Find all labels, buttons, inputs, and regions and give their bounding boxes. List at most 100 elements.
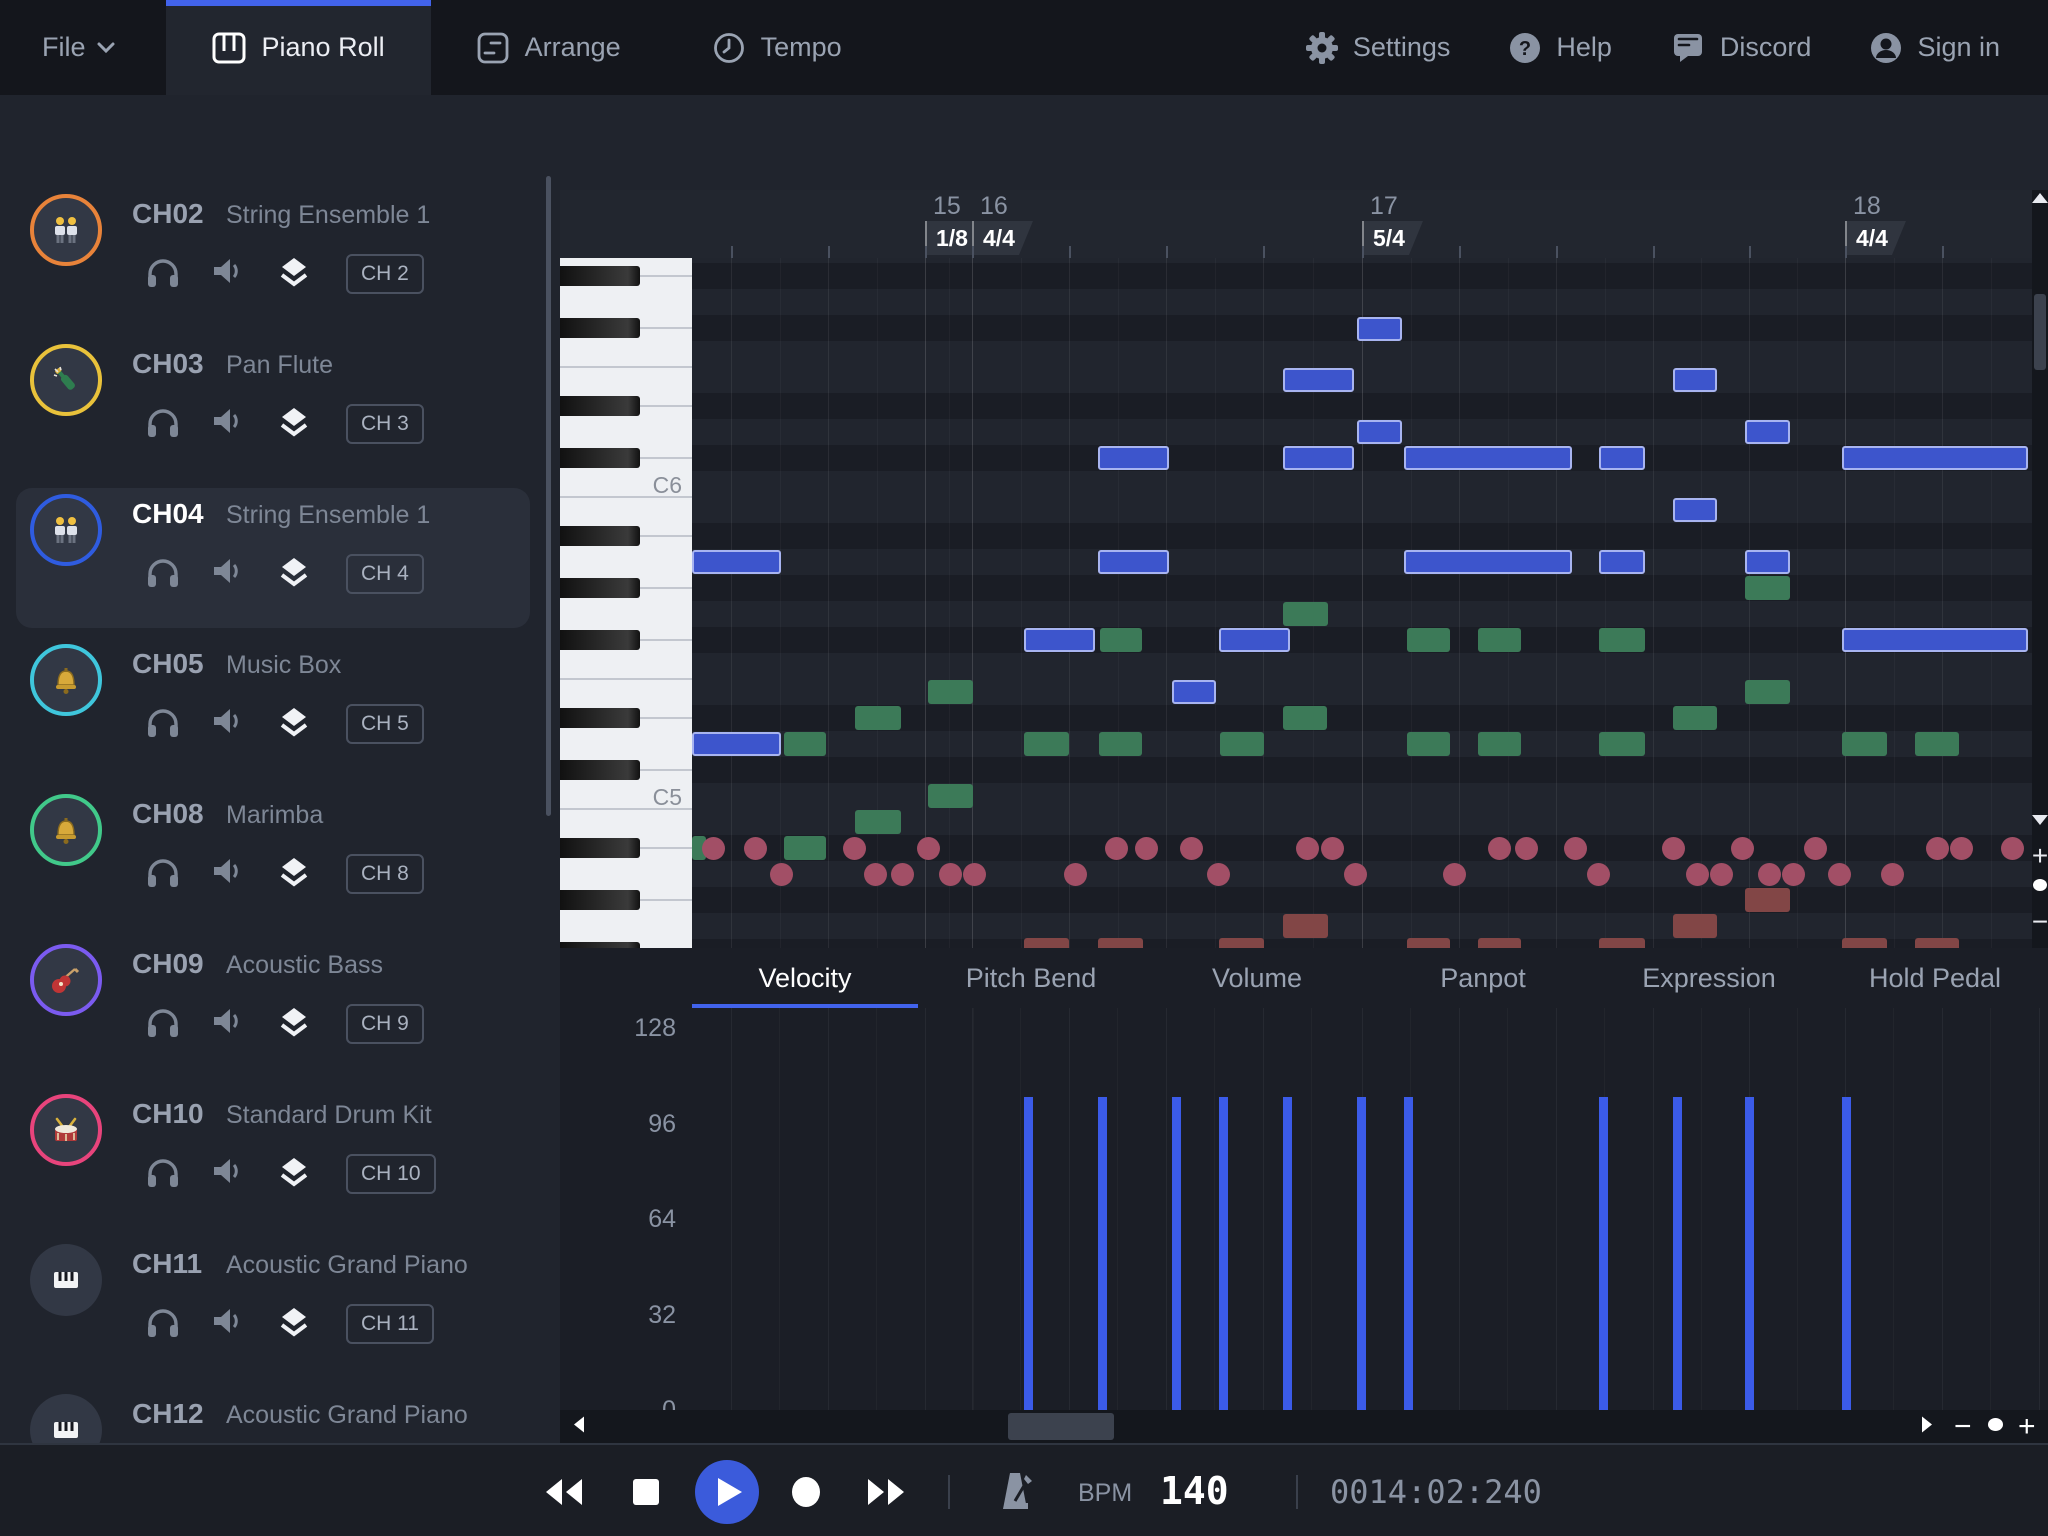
zoom-out-vertical-icon[interactable]: − xyxy=(2032,906,2048,938)
metronome-button[interactable] xyxy=(998,1471,1036,1513)
drum-note-dot[interactable] xyxy=(1443,863,1466,886)
black-key-gs6[interactable] xyxy=(560,266,640,286)
channel-item-ch10[interactable]: CH10Standard Drum KitCH 10 xyxy=(16,1088,530,1228)
mute-speaker-icon[interactable] xyxy=(212,556,244,586)
drum-note-dot[interactable] xyxy=(744,837,767,860)
zoom-reset-horizontal-icon[interactable] xyxy=(1988,1418,2003,1436)
mute-speaker-icon[interactable] xyxy=(212,256,244,286)
black-key-ds5[interactable] xyxy=(560,708,640,728)
note-selected-track[interactable] xyxy=(1842,628,2028,652)
black-key-as4[interactable] xyxy=(560,838,640,858)
black-key-as5[interactable] xyxy=(560,526,640,546)
velocity-bar[interactable] xyxy=(1842,1097,1851,1410)
controller-tab-expression[interactable]: Expression xyxy=(1596,948,1822,1008)
drum-note-dot[interactable] xyxy=(1105,837,1128,860)
piano-keyboard[interactable]: C6C5 xyxy=(560,258,692,948)
note-other-track-red[interactable] xyxy=(1478,938,1521,948)
drum-note-dot[interactable] xyxy=(1950,837,1973,860)
note-other-track-green[interactable] xyxy=(1478,628,1521,652)
drum-note-dot[interactable] xyxy=(939,863,962,886)
scroll-up-icon[interactable] xyxy=(2032,190,2048,208)
drum-note-dot[interactable] xyxy=(864,863,887,886)
note-other-track-red[interactable] xyxy=(1745,888,1790,912)
note-selected-track[interactable] xyxy=(692,732,781,756)
note-other-track-red[interactable] xyxy=(1024,938,1069,948)
note-other-track-green[interactable] xyxy=(1745,576,1790,600)
velocity-bar[interactable] xyxy=(1172,1097,1181,1410)
drum-note-dot[interactable] xyxy=(1064,863,1087,886)
black-key-fs6[interactable] xyxy=(560,318,640,338)
note-other-track-green[interactable] xyxy=(1407,628,1450,652)
mute-speaker-icon[interactable] xyxy=(212,1006,244,1036)
note-selected-track[interactable] xyxy=(1599,550,1645,574)
mute-speaker-icon[interactable] xyxy=(212,1306,244,1336)
solo-headphones-icon[interactable] xyxy=(146,856,180,888)
menu-help[interactable]: ?Help xyxy=(1508,31,1612,65)
drum-note-dot[interactable] xyxy=(1782,863,1805,886)
drum-note-dot[interactable] xyxy=(1344,863,1367,886)
note-other-track-green[interactable] xyxy=(1024,732,1069,756)
velocity-bar[interactable] xyxy=(1024,1097,1033,1410)
note-other-track-green[interactable] xyxy=(855,706,901,730)
layers-icon[interactable] xyxy=(278,1156,310,1188)
note-selected-track[interactable] xyxy=(1404,550,1572,574)
layers-icon[interactable] xyxy=(278,556,310,588)
note-selected-track[interactable] xyxy=(1098,550,1169,574)
velocity-bar[interactable] xyxy=(1219,1097,1228,1410)
solo-headphones-icon[interactable] xyxy=(146,556,180,588)
drum-note-dot[interactable] xyxy=(1686,863,1709,886)
mute-speaker-icon[interactable] xyxy=(212,706,244,736)
mute-speaker-icon[interactable] xyxy=(212,1156,244,1186)
velocity-bar[interactable] xyxy=(1098,1097,1107,1410)
drum-note-dot[interactable] xyxy=(1180,837,1203,860)
note-other-track-green[interactable] xyxy=(1099,732,1142,756)
note-other-track-green[interactable] xyxy=(928,784,973,808)
note-selected-track[interactable] xyxy=(1745,420,1790,444)
note-selected-track[interactable] xyxy=(1673,498,1717,522)
drum-note-dot[interactable] xyxy=(1926,837,1949,860)
drum-note-dot[interactable] xyxy=(917,837,940,860)
menu-sign-in[interactable]: Sign in xyxy=(1869,31,2000,65)
mute-speaker-icon[interactable] xyxy=(212,856,244,886)
channel-item-ch05[interactable]: CH05Music BoxCH 5 xyxy=(16,638,530,778)
solo-headphones-icon[interactable] xyxy=(146,1306,180,1338)
solo-headphones-icon[interactable] xyxy=(146,406,180,438)
note-selected-track[interactable] xyxy=(1745,550,1790,574)
fast-forward-button[interactable] xyxy=(868,1479,904,1505)
note-other-track-red[interactable] xyxy=(1219,938,1264,948)
drum-note-dot[interactable] xyxy=(1731,837,1754,860)
solo-headphones-icon[interactable] xyxy=(146,706,180,738)
file-menu[interactable]: File xyxy=(42,32,116,63)
tab-tempo[interactable]: Tempo xyxy=(667,0,888,95)
zoom-reset-vertical-icon[interactable] xyxy=(2033,878,2047,896)
drum-note-dot[interactable] xyxy=(2001,837,2024,860)
velocity-bar[interactable] xyxy=(1404,1097,1413,1410)
note-selected-track[interactable] xyxy=(1357,420,1402,444)
note-other-track-green[interactable] xyxy=(1599,628,1645,652)
channel-item-ch08[interactable]: CH08MarimbaCH 8 xyxy=(16,788,530,928)
black-key-gs4[interactable] xyxy=(560,890,640,910)
rewind-button[interactable] xyxy=(546,1479,582,1505)
note-other-track-green[interactable] xyxy=(784,836,826,860)
note-selected-track[interactable] xyxy=(1404,446,1572,470)
note-selected-track[interactable] xyxy=(1673,368,1717,392)
note-selected-track[interactable] xyxy=(1283,368,1354,392)
record-button[interactable] xyxy=(791,1477,821,1507)
time-signature-tag[interactable]: 5/4 xyxy=(1362,221,1423,255)
drum-note-dot[interactable] xyxy=(702,837,725,860)
controller-tab-volume[interactable]: Volume xyxy=(1144,948,1370,1008)
channel-item-ch04[interactable]: CH04String Ensemble 1CH 4 xyxy=(16,488,530,628)
controller-tab-hold-pedal[interactable]: Hold Pedal xyxy=(1822,948,2048,1008)
drum-note-dot[interactable] xyxy=(770,863,793,886)
channel-item-ch03[interactable]: CH03Pan FluteCH 3 xyxy=(16,338,530,478)
channel-list-scrollbar[interactable] xyxy=(546,176,551,816)
time-signature-tag[interactable]: 4/4 xyxy=(972,221,1033,255)
channel-item-ch11[interactable]: CH11Acoustic Grand PianoCH 11 xyxy=(16,1238,530,1378)
solo-headphones-icon[interactable] xyxy=(146,1156,180,1188)
vertical-scrollbar-thumb[interactable] xyxy=(2034,294,2046,370)
note-selected-track[interactable] xyxy=(1172,680,1216,704)
note-other-track-green[interactable] xyxy=(855,810,901,834)
note-selected-track[interactable] xyxy=(1098,446,1169,470)
drum-note-dot[interactable] xyxy=(843,837,866,860)
velocity-bar[interactable] xyxy=(1283,1097,1292,1410)
